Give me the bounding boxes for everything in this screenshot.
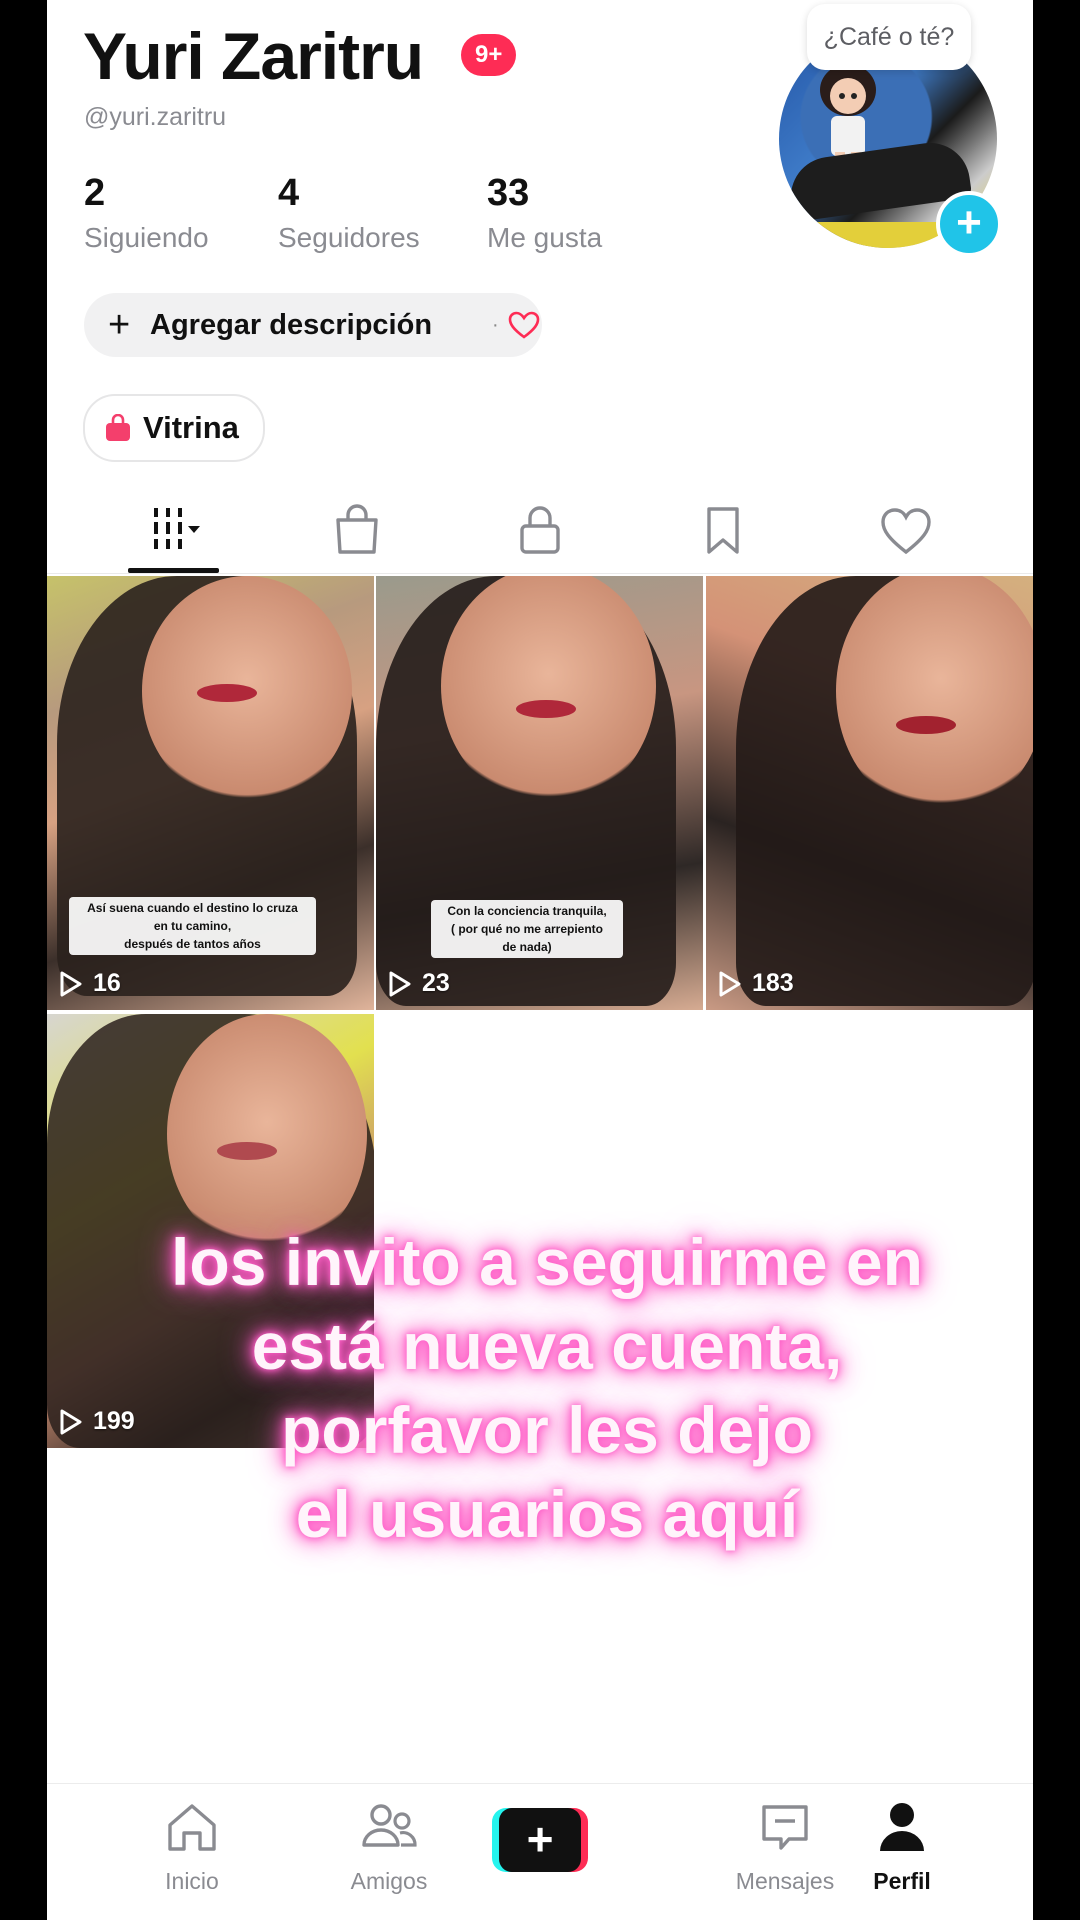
nav-profile[interactable]: Perfil bbox=[822, 1784, 982, 1920]
liked-heart-icon[interactable] bbox=[876, 500, 936, 560]
video-caption: Con la conciencia tranquila, ( por qué n… bbox=[431, 900, 623, 958]
create-button[interactable]: + bbox=[492, 1808, 588, 1872]
view-count: 183 bbox=[718, 969, 794, 998]
nav-home-label: Inicio bbox=[165, 1868, 219, 1894]
nav-friends[interactable]: Amigos bbox=[309, 1784, 469, 1920]
home-icon bbox=[168, 1804, 216, 1851]
plus-icon: + bbox=[108, 304, 131, 346]
add-description-label: Agregar descripción bbox=[150, 309, 433, 341]
play-icon bbox=[719, 971, 741, 996]
profile-icon bbox=[880, 1803, 924, 1851]
cafe-o-te-bubble[interactable]: ¿Café o té? bbox=[807, 4, 971, 70]
profile-screen: Yuri Zaritru 9+ @yuri.zaritru 2 Siguiend… bbox=[47, 0, 1033, 1920]
likes-label[interactable]: Me gusta bbox=[487, 222, 602, 254]
videos-grid-icon[interactable] bbox=[144, 500, 204, 560]
nav-profile-label: Perfil bbox=[873, 1868, 931, 1894]
view-count: 16 bbox=[59, 969, 121, 998]
shop-bag-icon[interactable] bbox=[327, 500, 387, 560]
play-icon bbox=[60, 971, 82, 996]
friends-icon bbox=[362, 1804, 417, 1847]
video-thumbnail[interactable]: 183 bbox=[706, 576, 1033, 1010]
video-thumbnail[interactable]: Con la conciencia tranquila, ( por qué n… bbox=[376, 576, 703, 1010]
showcase-bag-icon bbox=[106, 414, 130, 441]
profile-name: Yuri Zaritru bbox=[83, 19, 424, 93]
following-label[interactable]: Siguiendo bbox=[84, 222, 209, 254]
video-thumbnail[interactable]: Así suena cuando el destino lo cruza en … bbox=[47, 576, 374, 1010]
message-icon bbox=[762, 1805, 808, 1850]
bottom-navigation: Inicio Amigos + Mensajes Perfil bbox=[47, 1783, 1033, 1920]
profile-handle: @yuri.zaritru bbox=[84, 103, 227, 131]
nav-friends-label: Amigos bbox=[350, 1868, 428, 1894]
tab-divider bbox=[47, 573, 1033, 574]
play-icon bbox=[389, 971, 411, 996]
play-icon bbox=[60, 1409, 82, 1434]
heart-outline-icon bbox=[508, 311, 540, 339]
overlay-caption: los invito a seguirme en está nueva cuen… bbox=[171, 1225, 923, 1551]
plus-icon: + bbox=[499, 1808, 581, 1872]
view-count: 23 bbox=[388, 969, 450, 998]
bookmark-icon[interactable] bbox=[693, 500, 753, 560]
add-description-button[interactable]: + Agregar descripción · bbox=[84, 293, 542, 357]
followers-label[interactable]: Seguidores bbox=[278, 222, 420, 254]
separator-dot: · bbox=[492, 314, 499, 336]
notification-badge[interactable]: 9+ bbox=[461, 34, 517, 76]
nav-home[interactable]: Inicio bbox=[112, 1784, 272, 1920]
followers-count[interactable]: 4 bbox=[278, 172, 299, 215]
showcase-button[interactable]: Vitrina bbox=[83, 394, 265, 462]
add-avatar-plus-button[interactable]: + bbox=[936, 191, 1002, 257]
showcase-label: Vitrina bbox=[143, 410, 239, 445]
lock-icon[interactable] bbox=[510, 500, 570, 560]
likes-count[interactable]: 33 bbox=[487, 172, 529, 215]
video-caption: Así suena cuando el destino lo cruza en … bbox=[69, 897, 316, 955]
following-count[interactable]: 2 bbox=[84, 172, 105, 215]
